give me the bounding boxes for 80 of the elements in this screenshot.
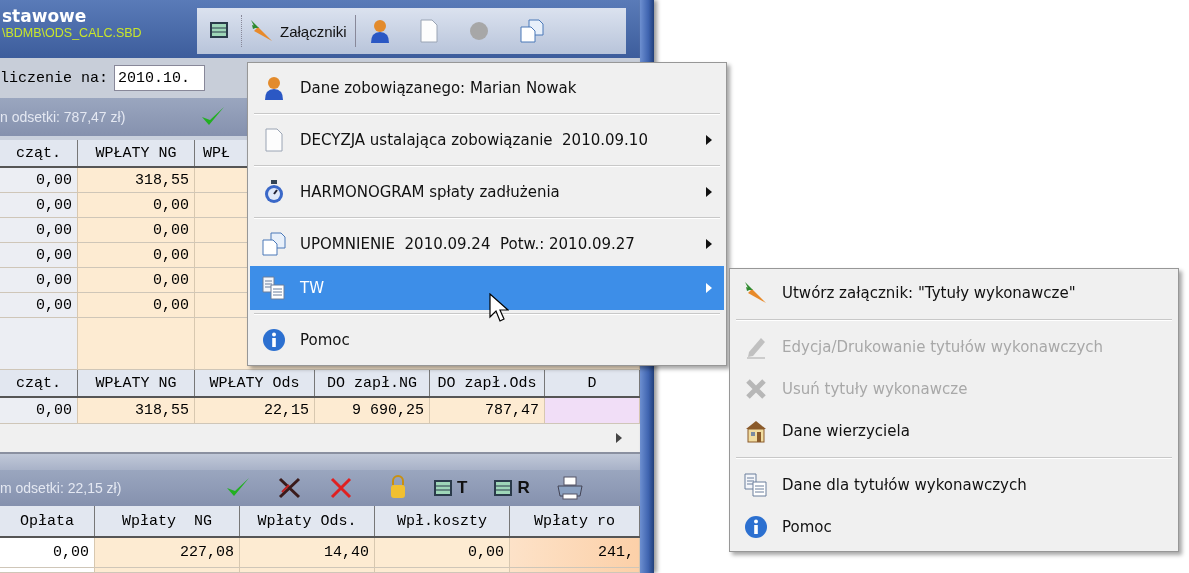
summary-text: m odsetki: 22,15 zł) [0, 480, 123, 496]
table-cell: 0,00 [0, 268, 78, 293]
table-cell: 0,00 [0, 538, 95, 568]
documents-icon [262, 232, 286, 256]
table-cell: 0,00 [78, 268, 195, 293]
person-icon [264, 76, 284, 100]
column-header[interactable]: Wpłaty NG [95, 506, 240, 536]
table-cell: 0,00 [78, 293, 195, 318]
cross-icon [745, 378, 767, 400]
column-header[interactable]: Opłata [0, 506, 95, 536]
menu-item[interactable]: Pomoc [732, 506, 1176, 548]
date-field[interactable]: 2010.10. [114, 65, 206, 91]
column-header[interactable]: Wpł.koszty [375, 506, 510, 536]
table-cell: 0,00 [78, 218, 195, 243]
total-cell: 9 690,25 [315, 398, 430, 424]
table-cell: 227,08 [95, 538, 240, 568]
menu-item[interactable]: Utwórz załącznik: "Tytuły wykonawcze" [732, 272, 1176, 314]
total-cell: 0,00 [0, 398, 78, 424]
menu-item[interactable]: DECYZJA ustalająca zobowiązanie 2010.09.10 [250, 118, 724, 162]
table-icon[interactable] [209, 20, 229, 39]
table-cell: 318,55 [78, 168, 195, 193]
total-cell: 787,47 [430, 398, 545, 424]
column-header[interactable]: WPŁATY Ods [195, 370, 315, 396]
submenu-arrow-icon [706, 187, 712, 197]
carrot-icon [250, 19, 274, 43]
table-cell: 0,00 [0, 293, 78, 318]
stopwatch-icon [264, 180, 284, 204]
info-icon [744, 515, 768, 539]
menu-item[interactable]: Pomoc [250, 318, 724, 362]
table-icon[interactable] [493, 479, 514, 497]
column-header[interactable]: WPŁATY NG [78, 140, 195, 166]
file-path: \BDMB\ODS_CALC.SBD [2, 26, 143, 40]
column-header[interactable]: Wpłaty Ods. [240, 506, 375, 536]
person-icon [369, 19, 390, 43]
table-view-button[interactable]: R [493, 478, 530, 498]
table-cell: 0,00 [375, 538, 510, 568]
pencil-icon [745, 335, 767, 359]
printer-icon[interactable] [555, 476, 584, 500]
submenu-arrow-icon [706, 283, 712, 293]
menu-item[interactable]: Dane zobowiązanego: Marian Nowak [250, 66, 724, 110]
documents-icon [262, 276, 286, 300]
scrollbar[interactable] [0, 424, 640, 454]
table-cell: 0,00 [0, 243, 78, 268]
scroll-right-icon[interactable] [616, 433, 622, 443]
table-cell: 0,00 [78, 193, 195, 218]
menu-item[interactable]: HARMONOGRAM spłaty zadłużenia [250, 170, 724, 214]
info-icon [262, 328, 286, 352]
carrot-icon [744, 281, 768, 305]
total-cell: 22,15 [195, 398, 315, 424]
disc-icon[interactable] [467, 20, 490, 42]
menu-item[interactable]: UPOMNIENIE 2010.09.24 Potw.: 2010.09.27 [250, 222, 724, 266]
date-label: liczenie na: [0, 69, 109, 87]
total-cell: 318,55 [78, 398, 195, 424]
house-icon [745, 419, 767, 443]
summary-text: n odsetki: 787,47 zł) [0, 109, 127, 125]
documents-icon [519, 19, 544, 43]
column-header[interactable]: DO zapł.NG [315, 370, 430, 396]
document-icon [419, 19, 438, 43]
cross-icon[interactable] [277, 476, 303, 500]
menu-item[interactable]: Dane dla tytułów wykonawczych [732, 464, 1176, 506]
column-header[interactable]: WPŁATY NG [78, 370, 195, 396]
column-header[interactable]: cząt. [0, 370, 78, 396]
table-cell: 241, [510, 538, 640, 568]
table-cell: 14,40 [240, 538, 375, 568]
table-view-button[interactable]: T [433, 478, 468, 498]
table-cell: 0,00 [78, 243, 195, 268]
submenu-arrow-icon [706, 135, 712, 145]
table-cell: 0,00 [0, 168, 78, 193]
column-header[interactable]: DO zapł.Ods [430, 370, 545, 396]
table-icon[interactable] [433, 479, 453, 497]
lock-icon[interactable] [389, 474, 407, 499]
table-cell: 0,00 [0, 218, 78, 243]
submenu-arrow-icon [706, 239, 712, 249]
menu-item[interactable]: Dane wierzyciela [732, 410, 1176, 452]
window-title: stawowe [2, 6, 88, 26]
document-icon [265, 128, 283, 152]
column-header[interactable]: cząt. [0, 140, 78, 166]
attachments-button[interactable]: Załączniki [241, 15, 356, 47]
documents-icon [744, 473, 768, 497]
table-cell: 0,00 [0, 193, 78, 218]
